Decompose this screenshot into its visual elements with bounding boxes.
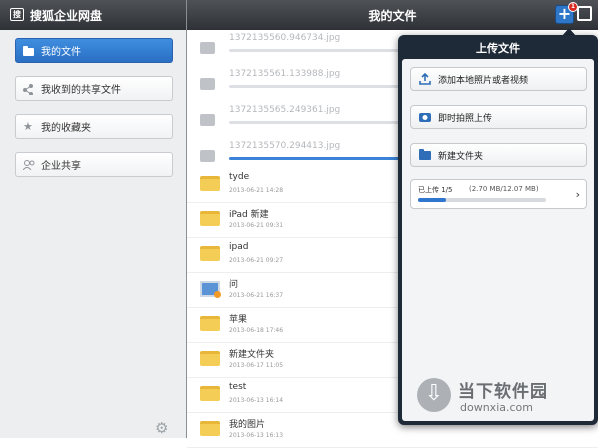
folder-icon bbox=[200, 421, 220, 436]
sidebar-item-favorites[interactable]: ★ 我的收藏夹 bbox=[15, 114, 173, 139]
upload-progress-bar bbox=[418, 198, 546, 202]
watermark-url: downxia.com bbox=[460, 401, 533, 414]
image-file-icon bbox=[200, 281, 221, 298]
file-name: 我的图片 bbox=[229, 420, 266, 430]
file-name: 问 bbox=[229, 280, 239, 290]
chevron-right-icon: › bbox=[575, 188, 580, 201]
file-name: ipad bbox=[229, 242, 249, 252]
sidebar-item-my-files[interactable]: 我的文件 bbox=[15, 38, 173, 63]
sidebar-item-received-shares[interactable]: 我收到的共享文件 bbox=[15, 76, 173, 101]
take-photo-upload-button[interactable]: 即时拍照上传 bbox=[410, 105, 587, 129]
file-name: 新建文件夹 bbox=[229, 350, 275, 360]
sidebar-item-label: 企业共享 bbox=[41, 161, 81, 172]
file-date: 2013-06-21 09:27 bbox=[229, 257, 284, 264]
folder-icon bbox=[200, 211, 220, 226]
image-badge-icon bbox=[214, 291, 221, 298]
upload-file-icon bbox=[200, 114, 215, 126]
camera-icon bbox=[419, 111, 431, 123]
edit-icon[interactable] bbox=[577, 6, 592, 21]
watermark: ⇩ 当下软件园 downxia.com bbox=[412, 373, 598, 433]
page-title: 我的文件 bbox=[368, 8, 417, 23]
upload-progress-fill bbox=[229, 157, 404, 160]
gear-icon[interactable]: ⚙ bbox=[155, 419, 168, 437]
sidebar-item-label: 我的收藏夹 bbox=[41, 123, 91, 134]
watermark-title: 当下软件园 bbox=[458, 382, 548, 402]
add-local-media-button[interactable]: 添加本地照片或者视频 bbox=[410, 67, 587, 91]
button-label: 即时拍照上传 bbox=[438, 113, 493, 124]
upload-progress-fill bbox=[418, 198, 447, 202]
upload-progress-bar bbox=[229, 157, 404, 160]
upload-file-name: 1372135570.294413.jpg bbox=[229, 141, 341, 151]
users-icon bbox=[22, 160, 35, 171]
upload-icon bbox=[419, 72, 431, 85]
main-header: 我的文件 + 1 bbox=[187, 0, 598, 30]
upload-file-icon bbox=[200, 78, 215, 90]
upload-progress-size: (2.70 MB/12.07 MB) bbox=[469, 185, 539, 193]
upload-file-name: 1372135560.946734.jpg bbox=[229, 33, 341, 43]
folder-icon bbox=[200, 246, 220, 261]
sidebar: 我的文件 我收到的共享文件 ★ 我的收藏夹 企业共享 ⚙ bbox=[0, 30, 186, 438]
upload-file-name: 1372135561.133988.jpg bbox=[229, 69, 341, 79]
file-name: test bbox=[229, 382, 247, 392]
folder-icon bbox=[200, 176, 220, 191]
folder-icon bbox=[200, 386, 220, 401]
new-folder-button[interactable]: 新建文件夹 bbox=[410, 143, 587, 167]
upload-progress-card[interactable]: 已上传 1/5 (2.70 MB/12.07 MB) › bbox=[410, 179, 587, 209]
button-label: 新建文件夹 bbox=[438, 151, 484, 162]
download-arrow-icon: ⇩ bbox=[417, 378, 451, 412]
brand-logo-icon: 搜 bbox=[10, 8, 24, 21]
file-date: 2013-06-17 11:05 bbox=[229, 362, 284, 369]
file-date: 2013-06-21 16:37 bbox=[229, 292, 284, 299]
upload-file-name: 1372135565.249361.jpg bbox=[229, 105, 341, 115]
folder-icon bbox=[200, 351, 220, 366]
folder-icon bbox=[200, 316, 220, 331]
upload-file-icon bbox=[200, 42, 215, 54]
sidebar-header: 搜 搜狐企业网盘 bbox=[0, 0, 186, 30]
file-name: iPad 新建 bbox=[229, 210, 269, 220]
popover-body: 添加本地照片或者视频 即时拍照上传 新建文件夹 已上传 1/5 (2.70 MB… bbox=[402, 59, 594, 421]
folder-icon bbox=[23, 46, 34, 56]
upload-progress-bar bbox=[229, 49, 404, 52]
star-icon: ★ bbox=[23, 120, 33, 133]
upload-file-icon bbox=[200, 150, 215, 162]
file-date: 2013-06-21 09:31 bbox=[229, 222, 284, 229]
brand-title: 搜狐企业网盘 bbox=[30, 8, 103, 23]
upload-progress-bar bbox=[229, 121, 404, 124]
sidebar-item-label: 我的文件 bbox=[41, 47, 81, 58]
file-date: 2013-06-21 14:28 bbox=[229, 187, 284, 194]
share-icon bbox=[23, 84, 34, 96]
file-name: 苹果 bbox=[229, 315, 248, 325]
upload-popover: 上传文件 添加本地照片或者视频 即时拍照上传 新建文件夹 已上传 1/5 (2.… bbox=[398, 35, 598, 425]
button-label: 添加本地照片或者视频 bbox=[438, 75, 529, 86]
folder-icon bbox=[419, 149, 431, 161]
file-date: 2013-06-13 16:14 bbox=[229, 397, 284, 404]
sidebar-item-label: 我收到的共享文件 bbox=[41, 85, 121, 96]
popover-title: 上传文件 bbox=[476, 42, 520, 55]
file-date: 2013-06-18 17:46 bbox=[229, 327, 284, 334]
upload-progress-bar bbox=[229, 85, 404, 88]
sidebar-item-enterprise-share[interactable]: 企业共享 bbox=[15, 152, 173, 177]
upload-progress-label: 已上传 1/5 bbox=[418, 186, 453, 194]
file-name: tyde bbox=[229, 172, 250, 182]
